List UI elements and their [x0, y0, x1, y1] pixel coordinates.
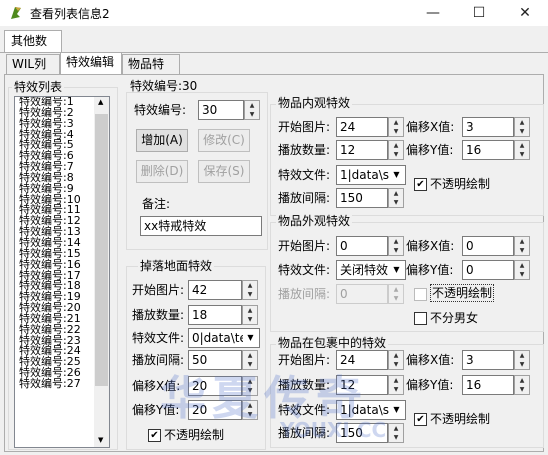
drop-count-input[interactable]: 18 — [188, 305, 242, 325]
drop-start-spinner[interactable]: ▲ ▼ — [242, 280, 258, 300]
inner-offx-input[interactable]: 3 — [462, 117, 514, 137]
tab-effect-edit[interactable]: 特效编辑 — [60, 52, 122, 74]
close-button[interactable]: ✕ — [502, 0, 548, 26]
outer-start-spinner[interactable]: ▲ ▼ — [388, 236, 404, 256]
outer-offy-spinner[interactable]: ▲ ▼ — [514, 260, 530, 280]
drop-opaque-checkbox[interactable]: ✔ — [148, 429, 161, 442]
inner-file-label: 特效文件: — [278, 168, 331, 182]
bag-start-spinner[interactable]: ▲ ▼ — [388, 350, 404, 370]
drop-count-spinner[interactable]: ▲ ▼ — [242, 305, 258, 325]
outer-start-input[interactable]: 0 — [336, 236, 388, 256]
inner-effect-title: 物品内观特效 — [276, 96, 353, 110]
window-title: 查看列表信息2 — [30, 7, 110, 21]
outer-offx-input[interactable]: 0 — [462, 236, 514, 256]
inner-offx-spinner[interactable]: ▲ ▼ — [514, 117, 530, 137]
effect-id-input[interactable]: 30 — [198, 100, 244, 120]
outer-gender-label: 不分男女 — [430, 311, 479, 325]
tab-other-data[interactable]: 其他数据 — [4, 30, 62, 68]
bag-opaque-checkbox[interactable]: ✔ — [414, 413, 427, 426]
bag-offx-label: 偏移X值: — [406, 353, 455, 367]
outer-file-label: 特效文件: — [278, 263, 331, 277]
list-scroll-thumb[interactable] — [95, 114, 108, 386]
drop-count-label: 播放数量: — [132, 308, 185, 322]
bag-count-spinner[interactable]: ▲ ▼ — [388, 375, 404, 395]
inner-interval-input[interactable]: 150 — [336, 188, 388, 208]
inner-count-input[interactable]: 12 — [336, 140, 388, 160]
bag-offx-spinner[interactable]: ▲ ▼ — [514, 350, 530, 370]
watermark-sub: YOUXI CC — [280, 418, 387, 442]
inner-count-spinner[interactable]: ▲ ▼ — [388, 140, 404, 160]
scroll-down-icon[interactable]: ▼ — [98, 436, 103, 444]
outer-opaque-checkbox[interactable] — [414, 288, 427, 301]
maximize-button[interactable]: ☐ — [456, 0, 502, 26]
modify-button[interactable]: 修改(C) — [198, 129, 250, 152]
outer-file-select[interactable]: 关闭特效 ▼ — [336, 260, 406, 280]
chevron-down-icon: ▼ — [389, 402, 404, 418]
outer-offx-spinner[interactable]: ▲ ▼ — [514, 236, 530, 256]
note-label: 备注: — [142, 197, 171, 211]
inner-interval-spinner[interactable]: ▲ ▼ — [388, 188, 404, 208]
menu-bar — [0, 26, 548, 52]
drop-opaque-label: 不透明绘制 — [164, 428, 225, 442]
inner-offy-input[interactable]: 16 — [462, 140, 514, 160]
save-button[interactable]: 保存(S) — [198, 160, 250, 183]
bag-offy-label: 偏移Y值: — [406, 378, 454, 392]
drop-start-input[interactable]: 42 — [188, 280, 242, 300]
inner-opaque-label: 不透明绘制 — [430, 177, 491, 191]
bag-offy-input[interactable]: 16 — [462, 375, 514, 395]
outer-offy-input[interactable]: 0 — [462, 260, 514, 280]
outer-interval-label: 播放间隔: — [278, 287, 331, 301]
bag-opaque-label: 不透明绘制 — [430, 412, 491, 426]
drop-file-label: 特效文件: — [132, 331, 185, 345]
outer-opaque-label: 不透明绘制 — [430, 284, 495, 302]
outer-interval-input[interactable]: 0 — [336, 284, 388, 304]
inner-start-spinner[interactable]: ▲ ▼ — [388, 117, 404, 137]
outer-gender-checkbox[interactable] — [414, 312, 427, 325]
tab-item-effect[interactable]: 物品特效 — [122, 54, 180, 89]
app-icon — [11, 7, 21, 19]
outer-offy-label: 偏移Y值: — [406, 263, 454, 277]
inner-offy-spinner[interactable]: ▲ ▼ — [514, 140, 530, 160]
drop-effect-title: 掉落地面特效 — [138, 259, 215, 273]
inner-file-select[interactable]: 1|data\sh ▼ — [336, 165, 406, 185]
inner-interval-label: 播放间隔: — [278, 191, 331, 205]
outer-offx-label: 偏移X值: — [406, 239, 455, 253]
delete-button[interactable]: 删除(D) — [136, 160, 188, 183]
scroll-up-icon[interactable]: ▲ — [98, 98, 103, 106]
add-button[interactable]: 增加(A) — [136, 129, 188, 152]
inner-offy-label: 偏移Y值: — [406, 143, 454, 157]
bag-offy-spinner[interactable]: ▲ ▼ — [514, 375, 530, 395]
drop-file-select[interactable]: 0|data\te ▼ — [188, 328, 260, 348]
inner-count-label: 播放数量: — [278, 143, 331, 157]
outer-file-value: 关闭特效 — [340, 263, 389, 277]
effect-id-label: 特效编号: — [134, 103, 187, 117]
bag-interval-spinner[interactable]: ▲ ▼ — [388, 423, 404, 443]
inner-opaque-checkbox[interactable]: ✔ — [414, 178, 427, 191]
bag-offx-input[interactable]: 3 — [462, 350, 514, 370]
note-input[interactable]: xx特戒特效 — [140, 216, 262, 236]
chevron-down-icon: ▼ — [243, 330, 258, 346]
chevron-down-icon: ▼ — [389, 167, 404, 183]
inner-start-label: 开始图片: — [278, 120, 331, 134]
inner-offx-label: 偏移X值: — [406, 120, 455, 134]
drop-start-label: 开始图片: — [132, 283, 185, 297]
drop-file-value: 0|data\te — [192, 331, 247, 345]
bag-effect-title: 物品在包裹中的特效 — [276, 336, 389, 350]
outer-start-label: 开始图片: — [278, 239, 331, 253]
tab-wil-list[interactable]: WIL列表 — [6, 54, 60, 89]
outer-interval-spinner[interactable]: ▲ ▼ — [388, 284, 404, 304]
inner-start-input[interactable]: 24 — [336, 117, 388, 137]
chevron-down-icon: ▼ — [389, 262, 404, 278]
outer-effect-title: 物品外观特效 — [276, 214, 353, 228]
effect-list-title: 特效列表 — [12, 80, 65, 94]
effect-id-spinner[interactable]: ▲ ▼ — [244, 100, 260, 120]
minimize-button[interactable]: — — [410, 0, 456, 26]
